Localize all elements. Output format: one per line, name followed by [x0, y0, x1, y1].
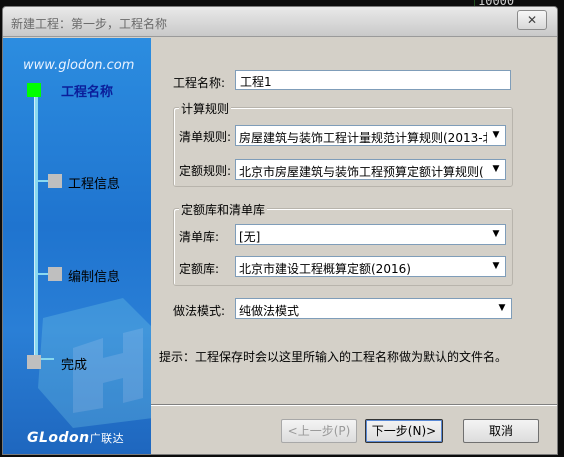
calc-rules-title: 计算规则 [179, 100, 232, 117]
chevron-down-icon: ▼ [492, 229, 500, 239]
chevron-down-icon: ▼ [498, 303, 506, 313]
list-lib-select[interactable]: [无] ▼ [235, 224, 506, 245]
step-indicator-project-info [48, 174, 62, 188]
wizard-sidebar: www.glodon.com 工程名称 工程信息 编制信息 完成 GLodon广… [3, 38, 151, 454]
wizard-content: 工程名称: 工程1 计算规则 清单规则: 房屋建筑与装饰工程计量规范计算规则(2… [151, 38, 557, 454]
list-rule-select[interactable]: 房屋建筑与装饰工程计量规范计算规则(2013-北京) ▼ [235, 125, 506, 146]
sidebar-url: www.glodon.com [23, 58, 135, 73]
new-project-dialog: 新建工程：第一步，工程名称 ✕ www.glodon.com 工程名称 工程信息… [2, 6, 558, 455]
hint-text: 提示：工程保存时会以这里所输入的工程名称做为默认的文件名。 [159, 350, 508, 364]
method-value: 纯做法模式 [239, 304, 300, 318]
step-project-info: 工程信息 [68, 177, 121, 192]
brand-name: GLodon [27, 430, 90, 446]
quota-rule-value: 北京市房屋建筑与装饰工程预算定额计算规则( [239, 165, 484, 179]
button-divider [151, 404, 557, 406]
close-button[interactable]: ✕ [517, 10, 547, 30]
next-button[interactable]: 下一步(N)> [365, 419, 443, 443]
quota-rule-label: 定额规则: [179, 164, 232, 178]
step-finish: 完成 [61, 358, 88, 373]
chevron-down-icon: ▼ [492, 130, 500, 140]
chevron-down-icon: ▼ [492, 261, 500, 271]
glodon-logo: GLodon广联达 [27, 430, 124, 446]
project-name-label: 工程名称: [173, 76, 226, 90]
title-bar: 新建工程：第一步，工程名称 ✕ [3, 7, 557, 37]
step-indicator-project-name [27, 83, 41, 97]
method-label: 做法模式: [173, 304, 226, 318]
glodon-watermark-icon [38, 298, 151, 428]
step-indicator-compile-info [48, 267, 62, 281]
prev-button[interactable]: <上一步(P) [281, 419, 357, 443]
close-icon: ✕ [526, 13, 538, 27]
step-indicator-finish [27, 355, 41, 369]
quota-rule-select[interactable]: 北京市房屋建筑与装饰工程预算定额计算规则( ▼ [235, 159, 506, 180]
step-project-name: 工程名称 [61, 85, 114, 100]
step-compile-info: 编制信息 [68, 270, 121, 285]
quota-lib-select[interactable]: 北京市建设工程概算定额(2016) ▼ [235, 256, 506, 277]
list-lib-label: 清单库: [179, 230, 220, 244]
chevron-down-icon: ▼ [492, 164, 500, 174]
library-title: 定额库和清单库 [179, 201, 268, 218]
list-rule-value: 房屋建筑与装饰工程计量规范计算规则(2013-北京) [239, 131, 487, 145]
list-lib-value: [无] [239, 230, 261, 244]
project-name-input[interactable]: 工程1 [235, 70, 511, 90]
method-select[interactable]: 纯做法模式 ▼ [235, 298, 512, 319]
project-name-value: 工程1 [240, 75, 272, 89]
quota-lib-value: 北京市建设工程概算定额(2016) [239, 262, 411, 276]
brand-name-cn: 广联达 [89, 432, 125, 445]
quota-lib-label: 定额库: [179, 262, 220, 276]
cancel-button[interactable]: 取消 [463, 419, 539, 443]
window-title: 新建工程：第一步，工程名称 [11, 17, 168, 31]
list-rule-label: 清单规则: [179, 130, 232, 144]
